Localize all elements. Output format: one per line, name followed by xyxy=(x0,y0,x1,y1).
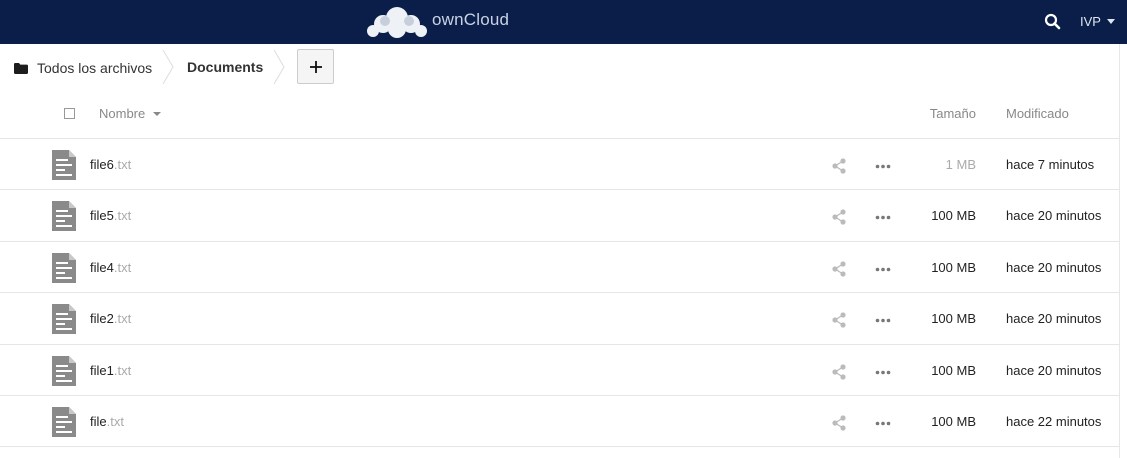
file-row[interactable]: file5.txt 100 MB hace 20 minutos xyxy=(0,190,1119,242)
column-header-name-label: Nombre xyxy=(99,106,146,121)
text-file-icon xyxy=(52,355,76,386)
top-bar: ownCloud IVP xyxy=(0,0,1127,44)
user-name: IVP xyxy=(1080,14,1101,29)
text-file-icon xyxy=(52,406,76,437)
file-size: 100 MB xyxy=(931,362,976,378)
file-size: 100 MB xyxy=(931,208,976,224)
file-modified: hace 20 minutos xyxy=(1006,259,1102,275)
file-name[interactable]: file1.txt xyxy=(90,363,131,378)
file-extension: .txt xyxy=(113,259,132,275)
share-icon[interactable] xyxy=(831,158,847,174)
breadcrumb-separator-icon xyxy=(273,50,285,84)
file-name[interactable]: file4.txt xyxy=(90,260,131,275)
share-icon[interactable] xyxy=(831,415,847,431)
search-icon[interactable] xyxy=(1043,12,1063,32)
text-file-icon xyxy=(52,201,76,232)
file-extension: .txt xyxy=(113,362,132,378)
file-name[interactable]: file6.txt xyxy=(90,157,131,172)
file-extension: .txt xyxy=(106,413,124,429)
file-extension: .txt xyxy=(113,157,132,172)
file-size: 1 MB xyxy=(945,157,976,172)
text-file-icon xyxy=(52,304,76,335)
file-list: file6.txt 1 MB hace 7 minutos file5.txt … xyxy=(0,139,1119,448)
file-row[interactable]: file4.txt 100 MB hace 20 minutos xyxy=(0,242,1119,294)
file-name[interactable]: file.txt xyxy=(90,414,124,429)
more-actions-icon[interactable] xyxy=(875,370,891,375)
file-modified: hace 20 minutos xyxy=(1006,311,1102,327)
folder-icon xyxy=(14,62,28,74)
file-row[interactable]: file2.txt 100 MB hace 20 minutos xyxy=(0,293,1119,345)
file-extension: .txt xyxy=(113,208,132,224)
file-basename: file1 xyxy=(90,362,114,378)
breadcrumb-current[interactable]: Documents xyxy=(187,59,263,75)
file-name[interactable]: file2.txt xyxy=(90,311,131,326)
file-row[interactable]: file1.txt 100 MB hace 20 minutos xyxy=(0,345,1119,396)
file-size: 100 MB xyxy=(931,311,976,327)
file-modified: hace 7 minutos xyxy=(1006,157,1095,172)
more-actions-icon[interactable] xyxy=(875,267,891,272)
owncloud-logo-icon[interactable] xyxy=(365,4,429,40)
breadcrumb: Todos los archivos Documents xyxy=(0,44,1119,90)
text-file-icon xyxy=(52,150,76,180)
more-actions-icon[interactable] xyxy=(875,318,891,323)
breadcrumb-separator-icon xyxy=(162,50,174,84)
scrollbar[interactable] xyxy=(1119,44,1127,458)
file-basename: file2 xyxy=(90,311,114,327)
brand-name: ownCloud xyxy=(432,10,510,29)
file-modified: hace 20 minutos xyxy=(1006,362,1102,378)
file-basename: file4 xyxy=(90,259,114,275)
share-icon[interactable] xyxy=(831,312,847,328)
file-extension: .txt xyxy=(113,311,132,327)
text-file-icon xyxy=(52,252,76,283)
more-actions-icon[interactable] xyxy=(875,215,891,220)
file-row[interactable]: file6.txt 1 MB hace 7 minutos xyxy=(0,139,1119,191)
file-size: 100 MB xyxy=(931,259,976,275)
file-basename: file xyxy=(90,413,107,429)
file-name[interactable]: file5.txt xyxy=(90,208,131,223)
breadcrumb-home[interactable]: Todos los archivos xyxy=(14,58,152,78)
user-menu[interactable]: IVP xyxy=(1080,14,1115,29)
file-basename: file6 xyxy=(90,157,114,172)
sort-caret-icon xyxy=(153,111,162,116)
share-icon[interactable] xyxy=(831,261,847,277)
new-button[interactable] xyxy=(297,49,334,84)
column-header-modified[interactable]: Modificado xyxy=(1006,106,1069,121)
column-header-name[interactable]: Nombre xyxy=(99,106,162,121)
select-all-checkbox[interactable] xyxy=(64,108,75,119)
file-row[interactable]: file.txt 100 MB hace 22 minutos xyxy=(0,396,1119,448)
file-size: 100 MB xyxy=(931,413,976,429)
plus-icon xyxy=(309,60,322,73)
file-modified: hace 22 minutos xyxy=(1006,413,1102,429)
file-modified: hace 20 minutos xyxy=(1006,208,1102,224)
share-icon[interactable] xyxy=(831,363,847,380)
file-basename: file5 xyxy=(90,208,114,224)
share-icon[interactable] xyxy=(831,209,847,225)
file-table-header: Nombre Tamaño Modificado xyxy=(0,90,1119,139)
breadcrumb-home-label: Todos los archivos xyxy=(37,60,153,76)
more-actions-icon[interactable] xyxy=(875,421,891,426)
caret-down-icon xyxy=(1106,19,1115,24)
more-actions-icon[interactable] xyxy=(875,164,891,169)
column-header-size[interactable]: Tamaño xyxy=(930,106,976,121)
